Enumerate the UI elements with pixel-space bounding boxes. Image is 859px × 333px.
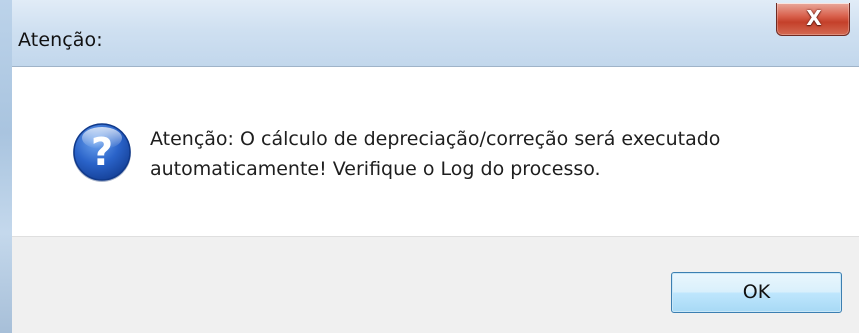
dialog-title: Atenção: [18, 29, 103, 51]
message-dialog: Atenção: X ? Atenção: O cálculo de depre… [0, 0, 859, 333]
close-icon: X [806, 6, 822, 30]
title-bar[interactable]: Atenção: X [0, 0, 859, 66]
message-line-1: Atenção: O cálculo de depreciação/correç… [150, 128, 721, 150]
question-icon: ? [73, 123, 131, 182]
dialog-content: ? Atenção: O cálculo de depreciação/corr… [12, 66, 859, 333]
button-panel: OK [12, 236, 859, 333]
message-text: Atenção: O cálculo de depreciação/correç… [150, 124, 840, 184]
close-button[interactable]: X [776, 3, 850, 36]
window-frame-left [0, 0, 12, 333]
message-panel: ? Atenção: O cálculo de depreciação/corr… [12, 67, 859, 236]
ok-button[interactable]: OK [671, 272, 842, 313]
svg-text:?: ? [91, 130, 113, 174]
message-line-2: automaticamente! Verifique o Log do proc… [150, 158, 601, 180]
